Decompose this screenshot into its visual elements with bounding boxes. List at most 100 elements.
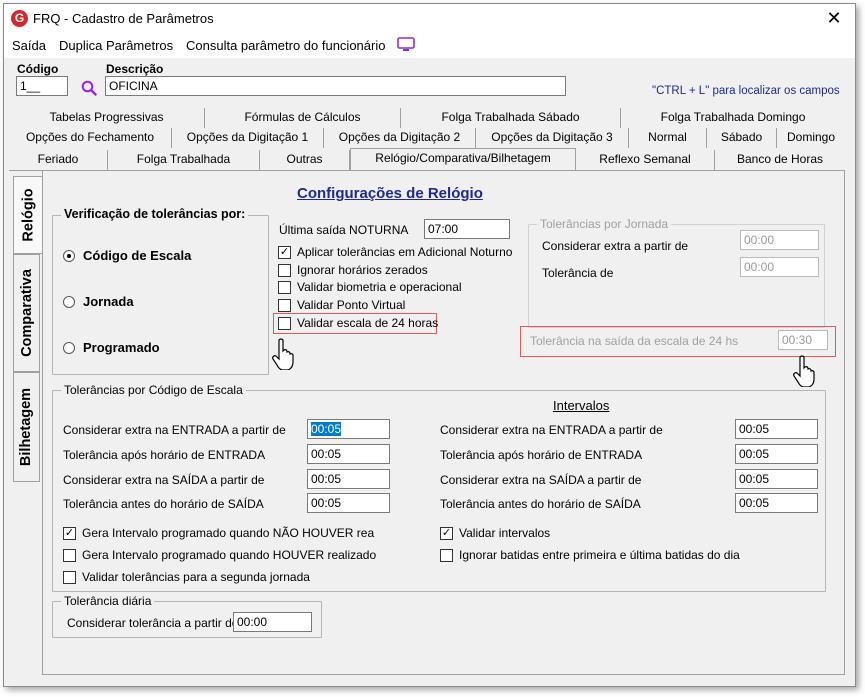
chk-validar-biometria[interactable] (278, 281, 291, 294)
noturna-input[interactable]: 07:00 (424, 219, 510, 239)
radio-programado[interactable] (63, 342, 75, 354)
escala-entrada-tolerancia-input[interactable]: 00:05 (307, 444, 390, 464)
saida-24hs-label: Tolerância na saída da escala de 24 hs (530, 334, 739, 348)
monitor-icon[interactable] (397, 37, 415, 53)
chk-ponto-virtual-label: Validar Ponto Virtual (297, 298, 406, 312)
escala-row-label: Considerar extra na SAÍDA a partir de (63, 473, 265, 487)
escala-row-label: Tolerância antes do horário de SAÍDA (63, 497, 264, 511)
tab-folga-domingo[interactable]: Folga Trabalhada Domingo (621, 108, 845, 128)
side-tab-label: Relógio (20, 188, 37, 242)
tab-label: Normal (648, 130, 687, 144)
tab-sabado[interactable]: Sábado (707, 128, 777, 148)
jornada-extra-input[interactable]: 00:00 (740, 230, 819, 250)
saida-24hs-input[interactable]: 00:30 (778, 330, 828, 350)
chk-ignorar-batidas[interactable] (440, 549, 453, 562)
close-button[interactable]: ✕ (823, 7, 845, 29)
chk-intervalo-houver-label: Gera Intervalo programado quando HOUVER … (82, 548, 377, 562)
side-tab-comparativa[interactable]: Comparativa (13, 254, 40, 372)
main-window: G FRQ - Cadastro de Parâmetros ✕ Saída D… (3, 3, 856, 687)
tab-label: Folga Trabalhada Sábado (441, 110, 580, 124)
codigo-input[interactable]: 1__ (16, 76, 68, 96)
tab-label: Domingo (786, 130, 836, 144)
side-tab-label: Comparativa (18, 269, 35, 357)
tab-label: Folga Trabalhada (136, 152, 231, 166)
side-tab-bilhetagem[interactable]: Bilhetagem (13, 372, 40, 482)
tolerancias-jornada-title: Tolerâncias por Jornada (537, 217, 672, 231)
codigo-label: Código (17, 62, 59, 76)
tab-reflexo-semanal[interactable]: Reflexo Semanal (576, 150, 715, 170)
escala-row-label: Tolerância após horário de ENTRADA (63, 448, 266, 462)
chk-ignorar-zerados[interactable] (278, 264, 291, 277)
escala-row-label: Considerar extra na ENTRADA a partir de (63, 423, 286, 437)
tolerancia-diaria-title: Tolerância diária (61, 594, 155, 608)
radio-codigo-escala[interactable] (63, 250, 75, 262)
intervalo-entrada-extra-input[interactable]: 00:05 (735, 419, 818, 439)
chk-adicional-noturno-label: Aplicar tolerâncias em Adicional Noturno (297, 245, 513, 259)
chk-escala-24h-label: Validar escala de 24 horas (297, 316, 439, 330)
chk-ponto-virtual[interactable] (278, 299, 291, 312)
tab-label: Opções da Digitação 3 (491, 130, 613, 144)
escala-saida-extra-input[interactable]: 00:05 (307, 469, 390, 489)
chk-intervalo-houver[interactable] (63, 549, 76, 562)
tab-label: Banco de Horas (736, 152, 824, 166)
tab-normal[interactable]: Normal (629, 128, 707, 148)
tolerancias-escala-title: Tolerâncias por Código de Escala (61, 383, 246, 397)
chk-segunda-jornada-label: Validar tolerâncias para a segunda jorna… (82, 570, 310, 584)
side-tab-label: Bilhetagem (18, 387, 35, 467)
tab-tabelas-progressivas[interactable]: Tabelas Progressivas (9, 108, 205, 128)
tab-label: Opções do Fechamento (25, 130, 155, 144)
menu-saida[interactable]: Saída (12, 38, 46, 53)
tab-label: Sábado (720, 130, 763, 144)
title-bar: G FRQ - Cadastro de Parâmetros ✕ (4, 4, 855, 32)
descricao-input[interactable]: OFICINA (105, 76, 566, 96)
noturna-label: Última saída NOTURNA (279, 223, 409, 237)
intervalo-saida-extra-input[interactable]: 00:05 (735, 469, 818, 489)
jornada-tolerancia-label: Tolerância de (542, 266, 614, 280)
jornada-tolerancia-input[interactable]: 00:00 (740, 257, 819, 277)
jornada-extra-label: Considerar extra a partir de (542, 239, 689, 253)
tab-domingo[interactable]: Domingo (777, 128, 845, 148)
hand-pointer-icon (272, 338, 294, 370)
tab-opcoes-digitacao-2[interactable]: Opções da Digitação 2 (324, 128, 476, 148)
tab-label: Reflexo Semanal (599, 152, 691, 166)
tab-label: Feriado (37, 152, 79, 166)
intervalo-saida-tolerancia-input[interactable]: 00:05 (735, 493, 818, 513)
chk-escala-24h[interactable] (278, 317, 291, 330)
chk-validar-intervalos[interactable]: ✓ (440, 527, 453, 540)
tab-opcoes-digitacao-3[interactable]: Opções da Digitação 3 (476, 128, 629, 148)
side-tab-relogio[interactable]: Relógio (13, 176, 43, 254)
tab-formulas-calculos[interactable]: Fórmulas de Cálculos (205, 108, 401, 128)
intervalo-row-label: Considerar extra na ENTRADA a partir de (440, 423, 663, 437)
hand-pointer-icon (793, 355, 815, 387)
tab-opcoes-fechamento[interactable]: Opções do Fechamento (9, 128, 172, 148)
chk-adicional-noturno[interactable]: ✓ (278, 246, 291, 259)
tab-label: Opções da Digitação 2 (338, 130, 461, 144)
radio-jornada-label: Jornada (83, 294, 134, 309)
escala-entrada-extra-input[interactable]: 00:05 (307, 419, 390, 439)
search-icon[interactable] (81, 80, 97, 96)
app-logo-icon: G (11, 10, 28, 27)
intervalos-title: Intervalos (553, 398, 610, 413)
tab-outras[interactable]: Outras (260, 150, 350, 170)
tab-opcoes-digitacao-1[interactable]: Opções da Digitação 1 (172, 128, 324, 148)
tab-relogio-comparativa-bilhetagem[interactable]: Relógio/Comparativa/Bilhetagem (350, 148, 576, 170)
chk-segunda-jornada[interactable] (63, 571, 76, 584)
search-hint: "CTRL + L" para localizar os campos (652, 85, 840, 97)
intervalo-entrada-tolerancia-input[interactable]: 00:05 (735, 444, 818, 464)
tab-label: Fórmulas de Cálculos (244, 110, 361, 124)
menu-duplica-parametros[interactable]: Duplica Parâmetros (59, 38, 173, 53)
menu-consulta-parametro[interactable]: Consulta parâmetro do funcionário (186, 38, 385, 53)
tab-feriado[interactable]: Feriado (9, 150, 108, 170)
tolerancia-diaria-label: Considerar tolerância a partir de (67, 616, 239, 630)
chk-intervalo-nao-houver[interactable]: ✓ (63, 527, 76, 540)
tab-banco-horas[interactable]: Banco de Horas (715, 150, 845, 170)
tab-folga-trabalhada[interactable]: Folga Trabalhada (108, 150, 260, 170)
escala-saida-tolerancia-input[interactable]: 00:05 (307, 493, 390, 513)
tolerancia-diaria-input[interactable]: 00:00 (233, 612, 312, 632)
chk-ignorar-batidas-label: Ignorar batidas entre primeira e última … (459, 548, 740, 562)
intervalo-row-label: Tolerância antes do horário de SAÍDA (440, 497, 641, 511)
radio-jornada[interactable] (63, 296, 75, 308)
window-title: FRQ - Cadastro de Parâmetros (33, 11, 214, 26)
intervalo-row-label: Tolerância após horário de ENTRADA (440, 448, 643, 462)
tab-folga-sabado[interactable]: Folga Trabalhada Sábado (401, 108, 621, 128)
